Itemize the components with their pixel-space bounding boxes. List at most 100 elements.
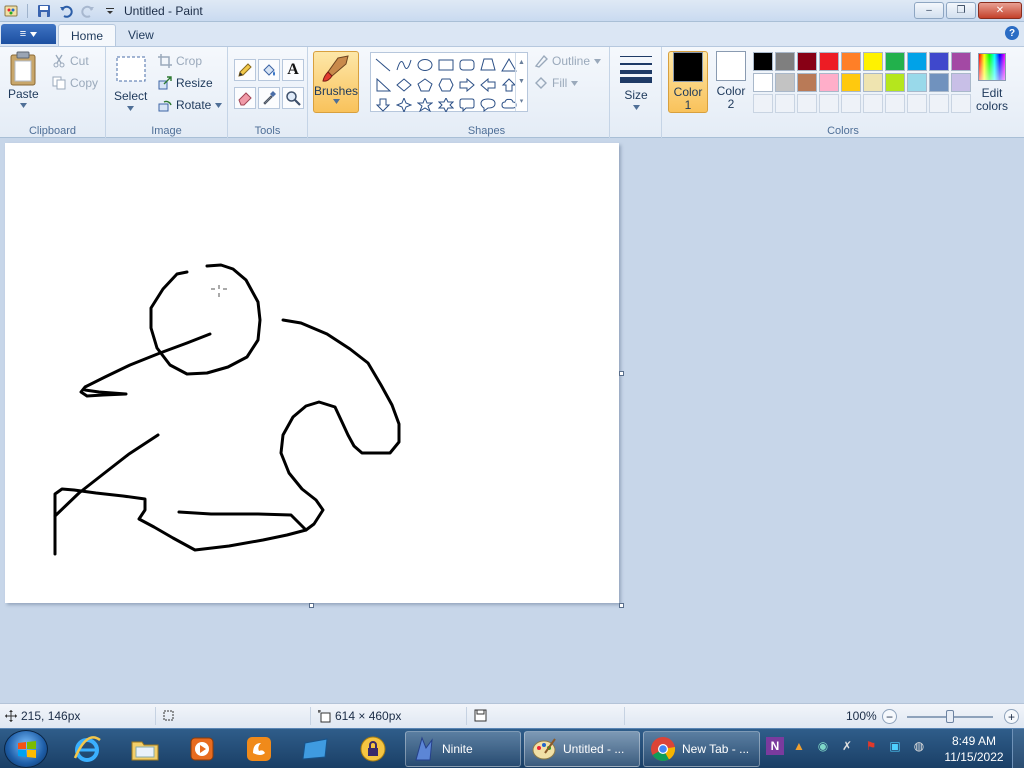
file-menu-button[interactable]: ≡ [1, 24, 56, 44]
rotate-button[interactable]: Rotate [158, 98, 223, 112]
drawing-canvas[interactable] [5, 143, 619, 603]
select-button[interactable]: Select [114, 55, 147, 111]
palette-color-swatch[interactable] [885, 52, 905, 71]
palette-custom-swatch[interactable] [797, 94, 817, 113]
left-arrow-shape-icon[interactable] [478, 75, 498, 94]
polygon-shape-icon[interactable] [478, 55, 498, 74]
paint-app-icon[interactable] [2, 2, 20, 19]
six-point-star-shape-icon[interactable] [436, 95, 456, 114]
palette-color-swatch[interactable] [929, 73, 949, 92]
palette-custom-swatch[interactable] [841, 94, 861, 113]
size-button[interactable]: Size [619, 53, 653, 110]
palette-color-swatch[interactable] [841, 73, 861, 92]
outline-button[interactable]: Outline [534, 54, 602, 68]
hexagon-shape-icon[interactable] [436, 75, 456, 94]
palette-color-swatch[interactable] [753, 52, 773, 71]
edit-colors-button[interactable]: Edit colors [976, 53, 1008, 113]
undo-icon[interactable] [57, 2, 75, 19]
taskbar-window-paint[interactable]: Untitled - ... [524, 731, 640, 767]
close-button[interactable]: ✕ [978, 2, 1022, 19]
cut-button[interactable]: Cut [52, 54, 89, 68]
palette-color-swatch[interactable] [951, 73, 971, 92]
taskbar-clock[interactable]: 8:49 AM 11/15/2022 [940, 733, 1008, 765]
palette-color-swatch[interactable] [775, 52, 795, 71]
color2-button[interactable]: Color 2 [711, 51, 751, 113]
palette-color-swatch[interactable] [907, 73, 927, 92]
remote-desktop-icon[interactable] [296, 732, 336, 766]
palette-color-swatch[interactable] [907, 52, 927, 71]
palette-color-swatch[interactable] [951, 52, 971, 71]
show-desktop-button[interactable] [1012, 729, 1024, 768]
customize-qat-icon[interactable] [101, 2, 119, 19]
scroll-up-icon[interactable]: ▲ [518, 59, 525, 66]
palette-color-swatch[interactable] [819, 52, 839, 71]
internet-explorer-icon[interactable] [67, 732, 107, 766]
pencil-icon[interactable] [234, 59, 256, 81]
resize-handle-right[interactable] [619, 371, 624, 376]
tab-view[interactable]: View [116, 24, 166, 46]
palette-custom-swatch[interactable] [929, 94, 949, 113]
five-point-star-shape-icon[interactable] [415, 95, 435, 114]
uc-browser-icon[interactable] [239, 732, 279, 766]
eye-tray-icon[interactable]: ◉ [814, 737, 832, 755]
palette-color-swatch[interactable] [819, 73, 839, 92]
eraser-icon[interactable] [234, 87, 256, 109]
line-shape-icon[interactable] [373, 55, 393, 74]
palette-color-swatch[interactable] [863, 73, 883, 92]
zoom-out-button[interactable]: − [882, 709, 897, 724]
redo-icon[interactable] [79, 2, 97, 19]
vpn-lock-icon[interactable] [353, 732, 393, 766]
crop-button[interactable]: Crop [158, 54, 202, 68]
gallery-expand-icon[interactable]: ▾ [520, 97, 524, 105]
palette-color-swatch[interactable] [929, 52, 949, 71]
palette-custom-swatch[interactable] [819, 94, 839, 113]
palette-color-swatch[interactable] [797, 73, 817, 92]
pentagon-shape-icon[interactable] [415, 75, 435, 94]
curve-shape-icon[interactable] [394, 55, 414, 74]
tools-tray-icon[interactable]: ✗ [838, 737, 856, 755]
color-picker-icon[interactable] [258, 87, 280, 109]
zoom-in-button[interactable]: + [1004, 709, 1019, 724]
magnifier-icon[interactable] [282, 87, 304, 109]
file-explorer-icon[interactable] [125, 732, 165, 766]
text-tool-icon[interactable]: A [282, 59, 304, 81]
rounded-callout-shape-icon[interactable] [457, 95, 477, 114]
rectangle-shape-icon[interactable] [436, 55, 456, 74]
palette-custom-swatch[interactable] [863, 94, 883, 113]
tab-home[interactable]: Home [58, 24, 117, 46]
four-point-star-shape-icon[interactable] [394, 95, 414, 114]
zoom-slider-thumb[interactable] [946, 710, 954, 723]
palette-color-swatch[interactable] [797, 52, 817, 71]
volume-tray-icon[interactable]: ◍ [910, 737, 928, 755]
resize-button[interactable]: Resize [158, 76, 213, 90]
palette-custom-swatch[interactable] [753, 94, 773, 113]
copy-button[interactable]: Copy [52, 76, 98, 90]
right-arrow-shape-icon[interactable] [457, 75, 477, 94]
start-button[interactable] [4, 730, 48, 768]
brushes-button[interactable]: Brushes [313, 51, 359, 113]
palette-color-swatch[interactable] [841, 52, 861, 71]
maximize-button[interactable]: ❐ [946, 2, 976, 19]
paste-button[interactable]: Paste [8, 51, 39, 108]
rounded-rectangle-shape-icon[interactable] [457, 55, 477, 74]
palette-color-swatch[interactable] [775, 73, 795, 92]
palette-custom-swatch[interactable] [907, 94, 927, 113]
warning-tray-icon[interactable]: ▲ [790, 737, 808, 755]
taskbar-window-ninite[interactable]: Ninite [405, 731, 521, 767]
network-tray-icon[interactable]: ▣ [886, 737, 904, 755]
minimize-button[interactable]: – [914, 2, 944, 19]
canvas-workspace[interactable] [0, 139, 1024, 702]
fill-button[interactable]: Fill [534, 76, 579, 90]
scroll-down-icon[interactable]: ▼ [518, 78, 525, 85]
shapes-scroll[interactable]: ▲ ▼ ▾ [515, 53, 527, 111]
palette-custom-swatch[interactable] [885, 94, 905, 113]
diamond-shape-icon[interactable] [394, 75, 414, 94]
media-player-icon[interactable] [182, 732, 222, 766]
resize-handle-corner[interactable] [619, 603, 624, 608]
taskbar-window-chrome[interactable]: New Tab - ... [643, 731, 760, 767]
oval-callout-shape-icon[interactable] [478, 95, 498, 114]
oval-shape-icon[interactable] [415, 55, 435, 74]
save-icon[interactable] [35, 2, 53, 19]
color1-button[interactable]: Color 1 [668, 51, 708, 113]
resize-handle-bottom[interactable] [309, 603, 314, 608]
